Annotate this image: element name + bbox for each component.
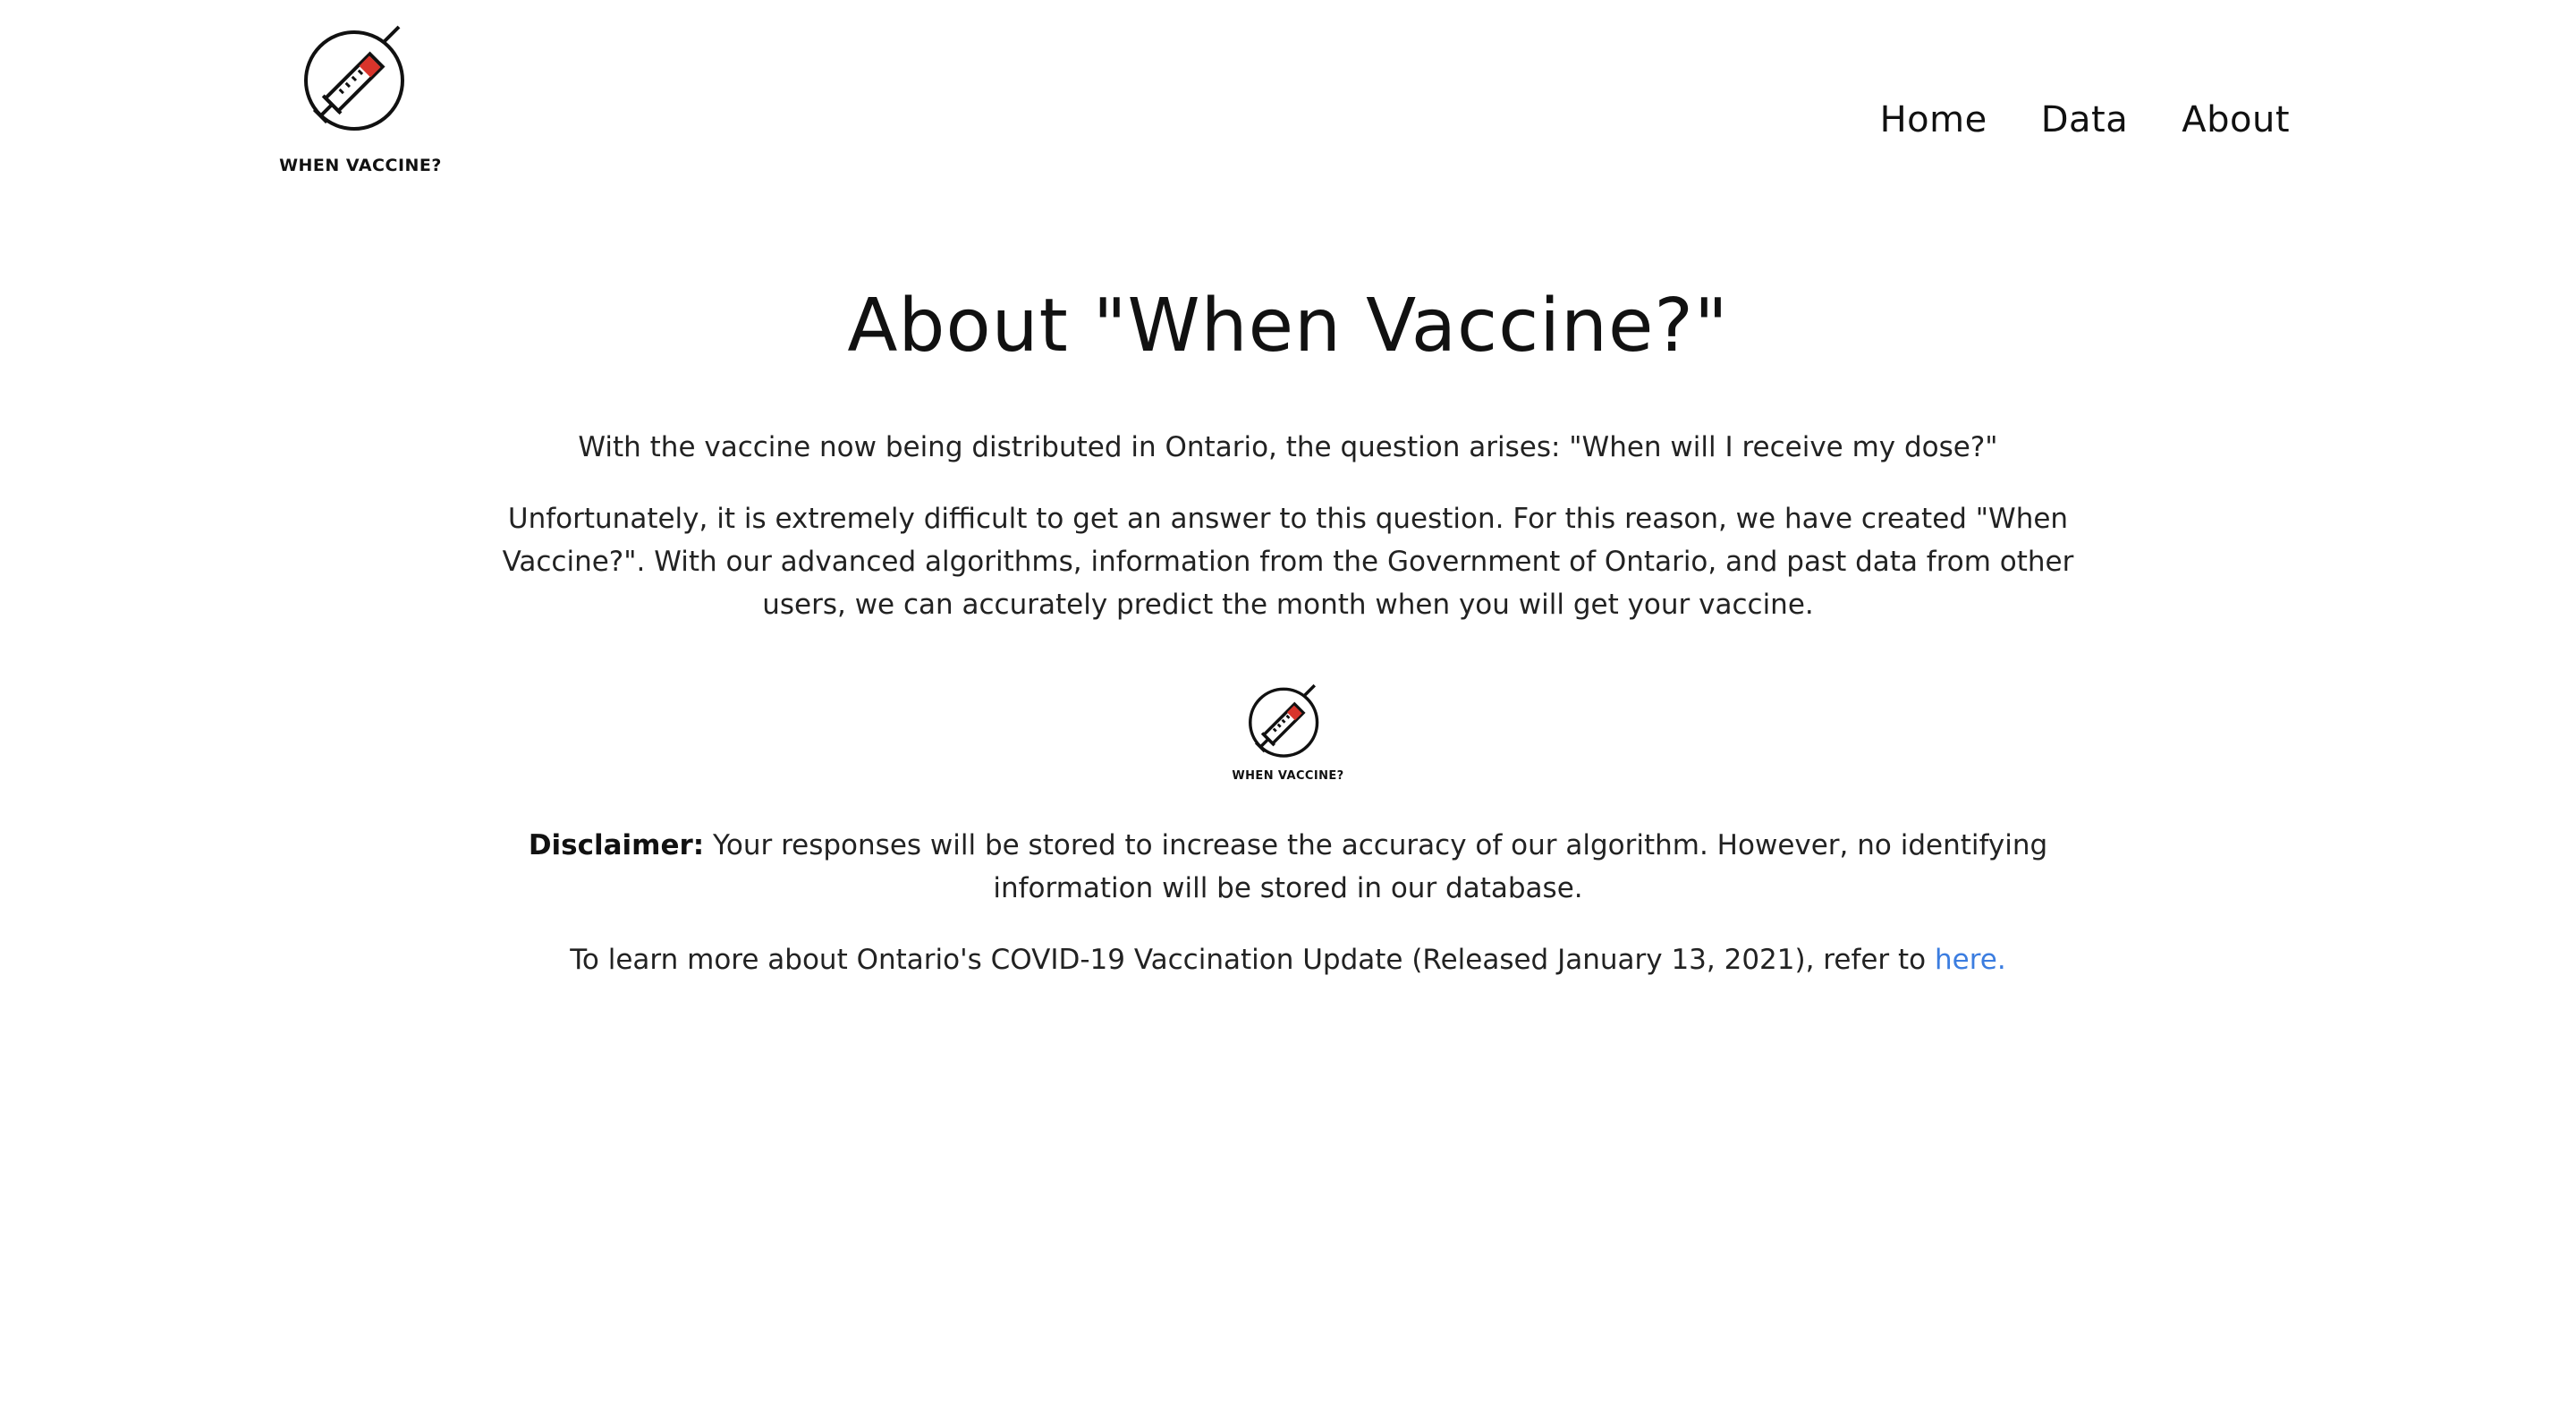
learn-more: To learn more about Ontario's COVID-19 V… xyxy=(447,938,2129,981)
syringe-circle-icon xyxy=(1249,683,1319,758)
nav-data[interactable]: Data xyxy=(2041,95,2129,145)
disclaimer: Disclaimer: Your responses will be store… xyxy=(447,824,2129,910)
description-text: Unfortunately, it is extremely difficult… xyxy=(502,503,2074,621)
syringe-circle-icon xyxy=(304,25,404,131)
mid-logo: WHEN VACCINE? xyxy=(1225,682,1351,783)
disclaimer-text: Your responses will be stored to increas… xyxy=(704,829,2048,904)
home-logo-link[interactable]: WHEN VACCINE? xyxy=(275,21,445,175)
logo-text: WHEN VACCINE? xyxy=(279,156,442,175)
nav-home[interactable]: Home xyxy=(1880,95,1987,145)
mid-logo-text: WHEN VACCINE? xyxy=(1232,769,1344,783)
page-title: About "When Vaccine?" xyxy=(847,284,1729,369)
intro-text: With the vaccine now being distributed i… xyxy=(578,431,1998,463)
page: WHEN VACCINE? Home Data About About "Whe… xyxy=(0,0,2576,1408)
main-nav: Home Data About xyxy=(1880,95,2290,145)
about-section: About "When Vaccine?" With the vaccine n… xyxy=(447,268,2129,1010)
disclaimer-label: Disclaimer: xyxy=(528,829,705,861)
learn-more-link[interactable]: here. xyxy=(1935,944,2006,976)
learn-more-text: To learn more about Ontario's COVID-19 V… xyxy=(570,944,1936,976)
nav-about[interactable]: About xyxy=(2182,95,2290,145)
